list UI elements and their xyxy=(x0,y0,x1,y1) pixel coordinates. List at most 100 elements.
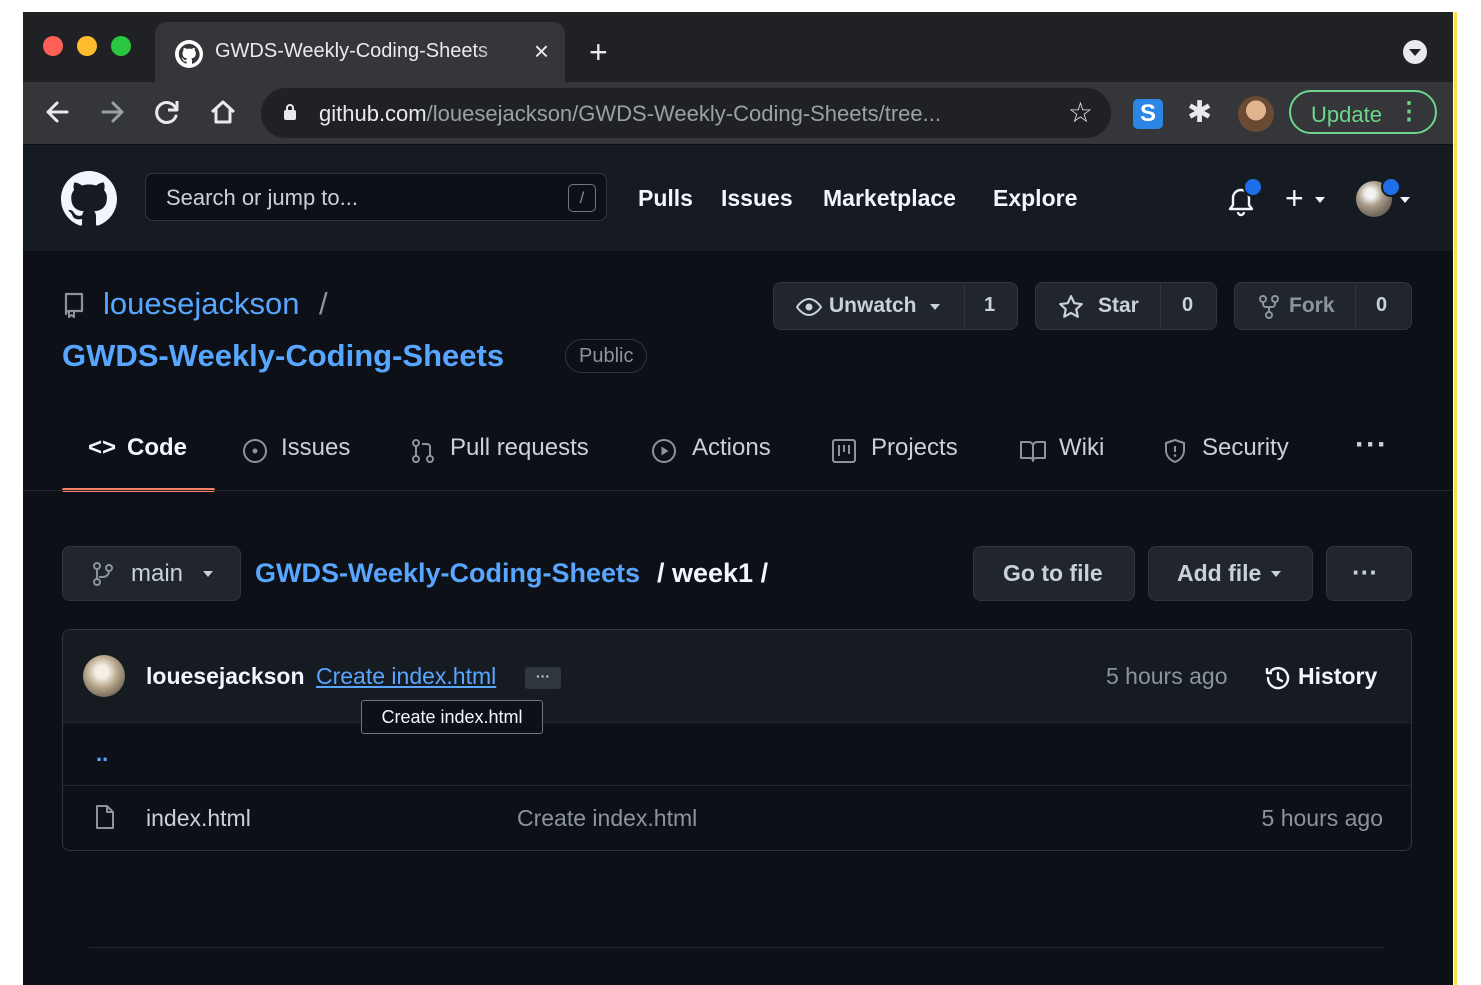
file-name-link[interactable]: index.html xyxy=(146,805,251,832)
commit-message-link[interactable]: Create index.html xyxy=(316,663,496,690)
update-label: Update xyxy=(1311,102,1382,127)
history-link[interactable]: History xyxy=(1298,663,1377,690)
notification-indicator xyxy=(1243,177,1263,197)
github-favicon-icon xyxy=(175,40,203,68)
expand-commit-button[interactable]: ··· xyxy=(525,667,561,689)
tab-code-label: Code xyxy=(127,434,187,461)
bookmark-star-icon[interactable]: ☆ xyxy=(1068,96,1093,130)
tab-projects-label: Projects xyxy=(871,434,958,461)
home-icon[interactable] xyxy=(203,92,243,132)
watch-button[interactable]: Unwatch xyxy=(829,294,917,318)
reload-icon[interactable] xyxy=(147,92,187,132)
tab-wiki[interactable]: Wiki xyxy=(1019,432,1119,472)
file-commit-message[interactable]: Create index.html xyxy=(517,805,697,832)
search-shortcut-badge: / xyxy=(568,184,596,212)
create-new-icon[interactable]: + xyxy=(1285,181,1304,215)
tab-actions[interactable]: Actions xyxy=(651,432,791,472)
star-button[interactable]: Star xyxy=(1098,294,1139,318)
branch-selector[interactable]: main xyxy=(62,546,241,601)
fork-button[interactable]: Fork xyxy=(1289,294,1335,318)
more-tabs-button[interactable]: ··· xyxy=(1355,428,1388,462)
chevron-down-icon xyxy=(1271,571,1281,577)
project-board-icon xyxy=(832,439,856,463)
forward-icon[interactable] xyxy=(93,92,133,132)
branch-name: main xyxy=(131,560,184,587)
extension-s-icon[interactable]: S xyxy=(1133,99,1163,129)
lock-icon xyxy=(284,104,296,120)
fork-icon xyxy=(1259,295,1279,319)
history-icon xyxy=(1265,666,1290,690)
nav-pulls[interactable]: Pulls xyxy=(638,185,693,212)
tab-actions-label: Actions xyxy=(692,434,771,461)
add-file-button[interactable]: Add file xyxy=(1148,546,1313,601)
update-button[interactable]: Update ⋮ xyxy=(1289,90,1437,134)
window-edge-highlight xyxy=(1454,12,1457,985)
github-logo-icon[interactable] xyxy=(61,171,117,227)
browser-window: GWDS-Weekly-Coding-Sheets × + github.com… xyxy=(23,12,1453,985)
file-list: louesejackson Create index.html ··· 5 ho… xyxy=(62,629,1412,851)
list-item[interactable]: index.html Create index.html 5 hours ago xyxy=(63,786,1411,850)
url-text: github.com/louesejackson/GWDS-Weekly-Cod… xyxy=(319,101,941,127)
url-path: /louesejackson/GWDS-Weekly-Coding-Sheets… xyxy=(426,101,941,126)
minimize-window-button[interactable] xyxy=(77,36,97,56)
commit-time[interactable]: 5 hours ago xyxy=(1106,663,1227,690)
go-to-file-label: Go to file xyxy=(1003,560,1103,586)
back-icon[interactable] xyxy=(37,92,77,132)
address-bar[interactable]: github.com/louesejackson/GWDS-Weekly-Cod… xyxy=(261,88,1111,138)
search-input[interactable]: Search or jump to... / xyxy=(145,173,607,221)
close-window-button[interactable] xyxy=(43,36,63,56)
latest-commit-row: louesejackson Create index.html ··· 5 ho… xyxy=(63,630,1411,723)
book-icon xyxy=(1020,441,1046,462)
maximize-window-button[interactable] xyxy=(111,36,131,56)
tab-title: GWDS-Weekly-Coding-Sheets xyxy=(215,40,515,63)
tab-close-icon[interactable]: × xyxy=(534,36,549,66)
add-file-label: Add file xyxy=(1177,560,1262,586)
profile-avatar[interactable] xyxy=(1238,96,1274,132)
star-count[interactable]: 0 xyxy=(1182,294,1193,317)
tab-wiki-label: Wiki xyxy=(1059,434,1105,461)
visibility-badge: Public xyxy=(565,339,648,373)
nav-marketplace[interactable]: Marketplace xyxy=(823,185,956,212)
repo-name-link[interactable]: GWDS-Weekly-Coding-Sheets xyxy=(62,338,504,374)
more-options-button[interactable]: ··· xyxy=(1326,546,1412,601)
tab-code[interactable]: <> Code xyxy=(88,432,218,472)
browser-tab[interactable]: GWDS-Weekly-Coding-Sheets × xyxy=(155,22,565,82)
fork-count[interactable]: 0 xyxy=(1376,294,1387,317)
nav-explore[interactable]: Explore xyxy=(993,185,1077,212)
parent-directory-link[interactable]: .. xyxy=(96,741,108,767)
tab-strip: GWDS-Weekly-Coding-Sheets × + xyxy=(23,12,1453,82)
more-options-dots: ··· xyxy=(1352,557,1378,587)
repo-icon xyxy=(64,292,84,318)
commit-author-avatar[interactable] xyxy=(83,655,125,697)
play-circle-icon xyxy=(652,439,676,463)
parent-directory-row[interactable]: .. xyxy=(63,723,1411,786)
tab-search-icon[interactable] xyxy=(1403,40,1427,64)
breadcrumb-current-path: / week1 / xyxy=(657,558,769,588)
watch-button-group: Unwatch 1 xyxy=(773,282,1018,330)
puzzle-icon[interactable]: ✱ xyxy=(1187,96,1212,130)
chevron-down-icon xyxy=(930,304,940,310)
tab-pull-requests[interactable]: Pull requests xyxy=(410,432,610,472)
watch-count[interactable]: 1 xyxy=(984,294,995,317)
shield-icon xyxy=(1165,439,1185,463)
tab-issues[interactable]: Issues xyxy=(242,432,372,472)
go-to-file-button[interactable]: Go to file xyxy=(973,546,1135,601)
file-commit-time: 5 hours ago xyxy=(1261,805,1383,831)
chevron-down-icon xyxy=(1315,197,1325,203)
github-header: Search or jump to... / Pulls Issues Mark… xyxy=(23,145,1453,251)
status-indicator xyxy=(1381,177,1401,197)
repo-owner-link[interactable]: louesejackson xyxy=(103,286,299,322)
code-brackets-icon: <> xyxy=(88,434,117,461)
commit-author-link[interactable]: louesejackson xyxy=(146,663,305,690)
chevron-down-icon xyxy=(203,571,213,577)
nav-issues[interactable]: Issues xyxy=(721,185,793,212)
tab-security-label: Security xyxy=(1202,434,1289,461)
git-pull-request-icon xyxy=(412,439,434,463)
tab-security[interactable]: Security xyxy=(1162,432,1312,472)
menu-dots-icon: ⋮ xyxy=(1397,98,1421,125)
new-tab-button[interactable]: + xyxy=(589,34,608,70)
search-placeholder: Search or jump to... xyxy=(166,185,358,210)
breadcrumb-repo-link[interactable]: GWDS-Weekly-Coding-Sheets xyxy=(255,558,640,589)
tab-projects[interactable]: Projects xyxy=(831,432,981,472)
issue-opened-icon xyxy=(243,439,267,463)
